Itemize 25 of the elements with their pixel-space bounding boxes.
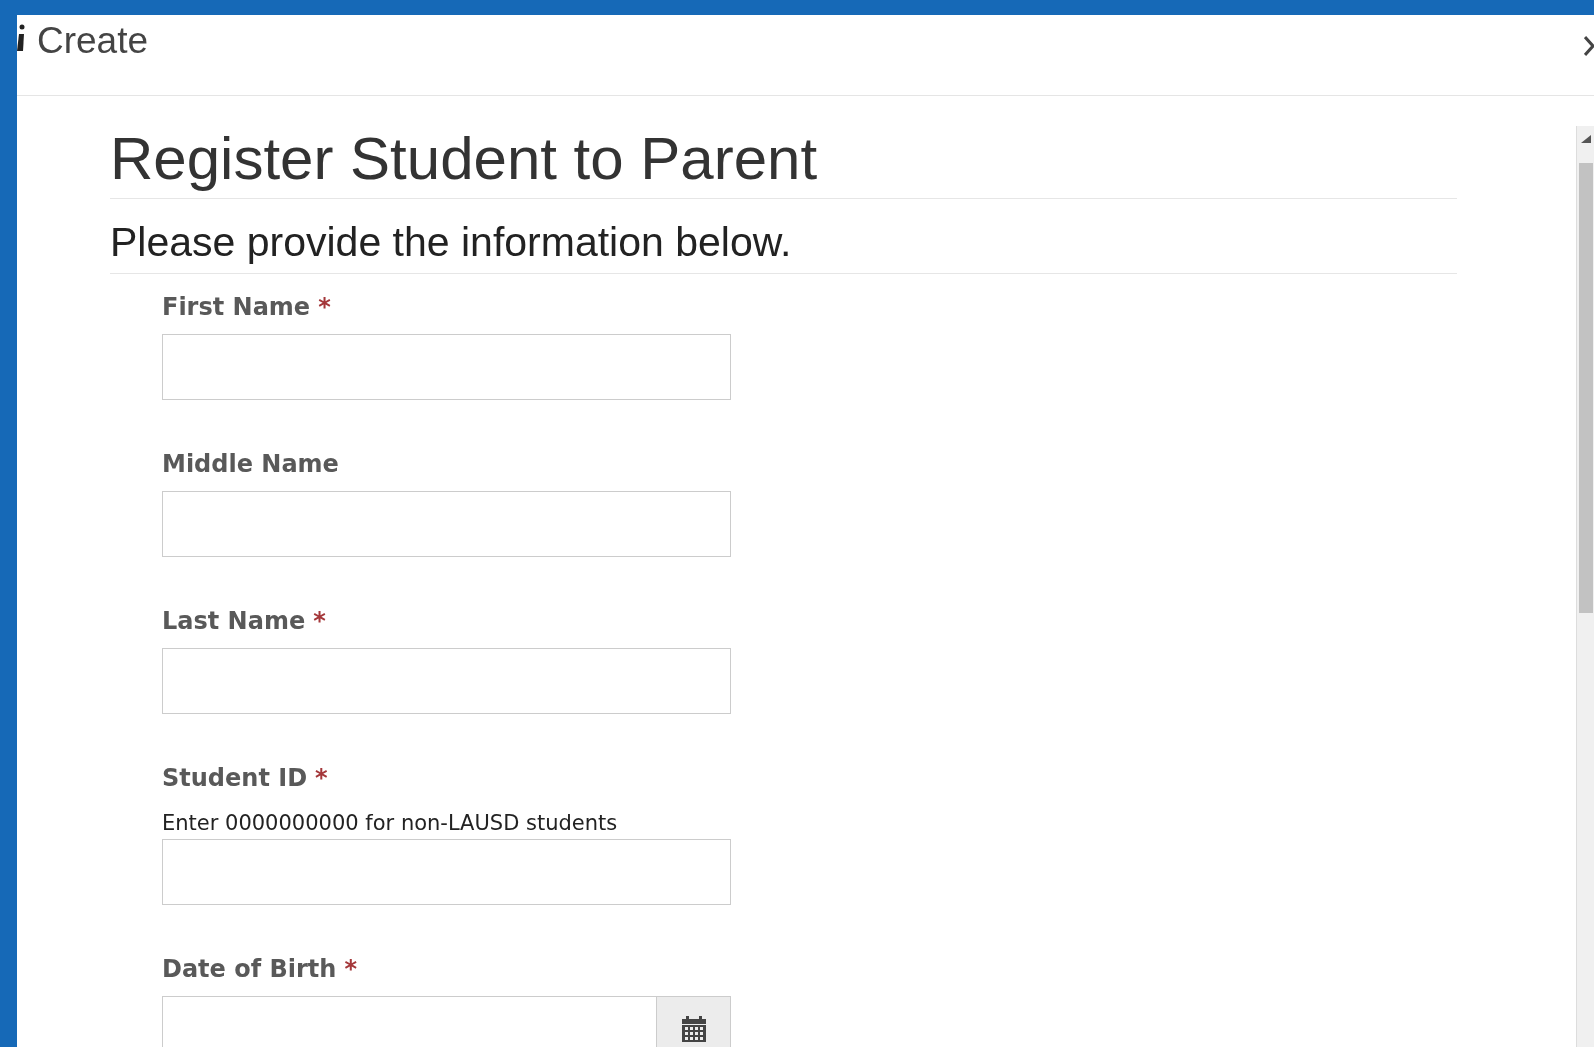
dialog-title: Create (37, 21, 149, 61)
calendar-icon (680, 1016, 707, 1042)
text-field[interactable] (162, 491, 731, 557)
field-label: Last Name (162, 606, 306, 636)
required-marker: * (318, 292, 331, 322)
scroll-up-icon[interactable] (1580, 135, 1591, 143)
date-field[interactable] (162, 996, 656, 1047)
text-field[interactable] (162, 839, 731, 905)
scrollbar[interactable] (1576, 126, 1594, 1047)
info-icon (17, 23, 25, 53)
calendar-button[interactable] (656, 996, 731, 1047)
text-field[interactable] (162, 334, 731, 400)
required-marker: * (315, 763, 328, 793)
close-icon[interactable] (1584, 35, 1594, 57)
scrollbar-thumb[interactable] (1578, 163, 1593, 613)
field-label: First Name (162, 292, 311, 322)
field-hint: Enter 0000000000 for non-LAUSD students (162, 811, 618, 835)
field-label: Middle Name (162, 449, 339, 479)
required-marker: * (344, 954, 357, 984)
required-marker: * (313, 606, 326, 636)
field-label: Date of Birth (162, 954, 337, 984)
field-label: Student ID (162, 763, 308, 793)
page-heading: Register Student to Parent (110, 124, 818, 194)
text-field[interactable] (162, 648, 731, 714)
page-subheading: Please provide the information below. (110, 219, 792, 265)
